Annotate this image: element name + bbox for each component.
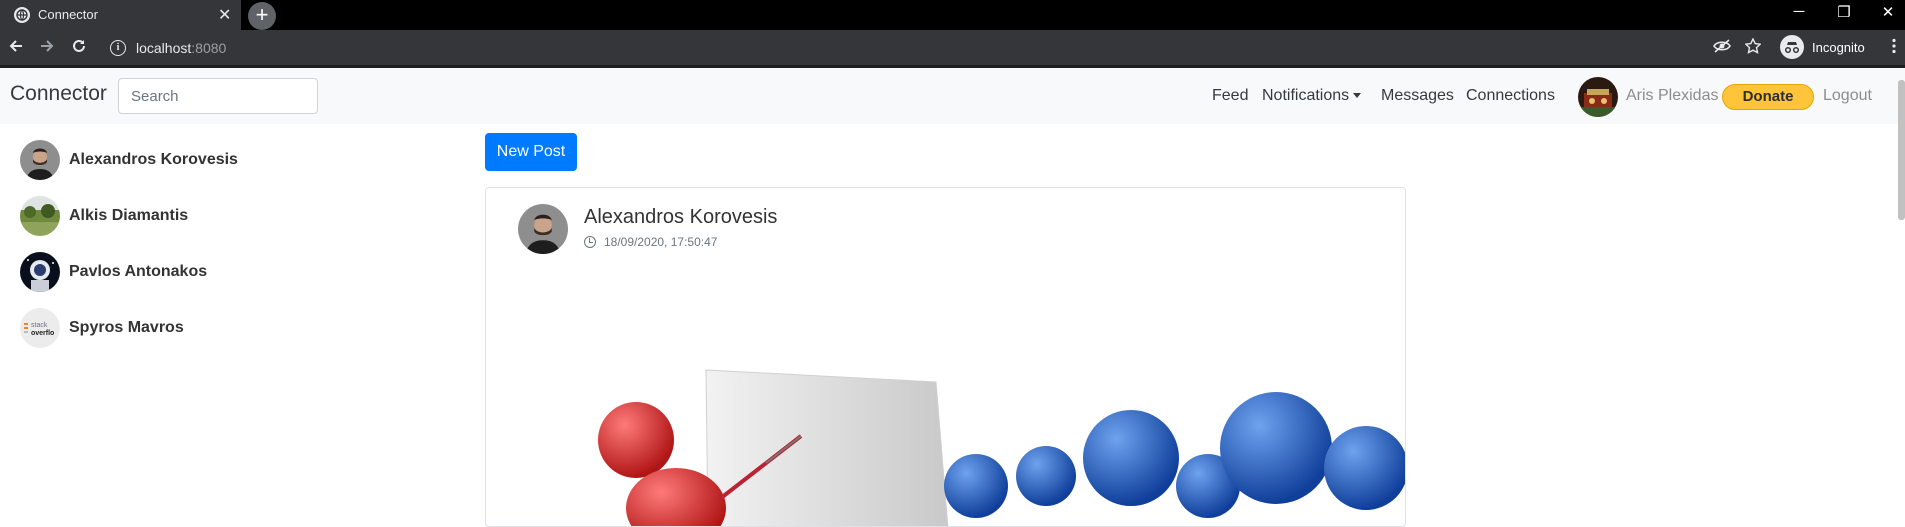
user-avatar[interactable] bbox=[1578, 77, 1618, 117]
url-host: localhost bbox=[136, 40, 192, 56]
contact-avatar bbox=[20, 140, 60, 180]
browser-tab[interactable]: Connector ✕ bbox=[0, 0, 241, 30]
tab-close-icon[interactable]: ✕ bbox=[218, 5, 231, 25]
contact-avatar bbox=[20, 252, 60, 292]
restore-icon[interactable]: ❐ bbox=[1832, 3, 1856, 21]
app-navbar: Connector Feed Notifications Messages Co… bbox=[0, 68, 1905, 124]
window-close-icon[interactable]: ✕ bbox=[1876, 3, 1900, 21]
browser-tabstrip: Connector ✕ + ─ ❐ ✕ bbox=[0, 0, 1905, 30]
minimize-icon[interactable]: ─ bbox=[1787, 3, 1811, 20]
nav-messages[interactable]: Messages bbox=[1381, 87, 1454, 105]
contact-avatar bbox=[20, 196, 60, 236]
browser-toolbar: i localhost:8080 Incognito bbox=[0, 30, 1905, 68]
contact-item[interactable]: Alkis Diamantis bbox=[20, 196, 420, 238]
chevron-down-icon bbox=[1353, 93, 1362, 99]
contact-avatar: stack overflo bbox=[20, 308, 60, 348]
url-port: :8080 bbox=[191, 40, 227, 56]
address-bar[interactable]: i localhost:8080 bbox=[106, 36, 1706, 62]
search-input[interactable] bbox=[118, 78, 318, 114]
logout-link[interactable]: Logout bbox=[1823, 87, 1872, 105]
browser-menu-icon[interactable] bbox=[1884, 38, 1904, 59]
bookmark-star-icon[interactable] bbox=[1743, 37, 1763, 59]
nav-connections[interactable]: Connections bbox=[1466, 87, 1555, 105]
contact-name: Pavlos Antonakos bbox=[69, 263, 208, 280]
nav-notifications-label: Notifications bbox=[1262, 87, 1350, 104]
contact-name: Spyros Mavros bbox=[69, 319, 184, 336]
reload-icon[interactable] bbox=[69, 38, 89, 59]
contact-name: Alkis Diamantis bbox=[69, 207, 189, 224]
post-author-avatar[interactable] bbox=[518, 204, 568, 254]
forward-icon[interactable] bbox=[37, 38, 57, 59]
nav-notifications[interactable]: Notifications bbox=[1262, 87, 1362, 105]
svg-text:overflo: overflo bbox=[31, 330, 54, 337]
incognito-label: Incognito bbox=[1812, 40, 1865, 55]
new-post-button[interactable]: New Post bbox=[485, 133, 577, 171]
back-icon[interactable] bbox=[6, 38, 26, 59]
post-timestamp-text: 18/09/2020, 17:50:47 bbox=[604, 235, 718, 249]
post-card: Alexandros Korovesis 18/09/2020, 17:50:4… bbox=[485, 187, 1406, 527]
eye-off-icon[interactable] bbox=[1712, 38, 1732, 59]
post-image bbox=[576, 358, 1405, 526]
contact-item[interactable]: Pavlos Antonakos bbox=[20, 252, 420, 294]
contact-item[interactable]: stack overflo Spyros Mavros bbox=[20, 308, 420, 350]
contact-name: Alexandros Korovesis bbox=[69, 151, 238, 168]
nav-feed[interactable]: Feed bbox=[1212, 87, 1248, 105]
contact-item[interactable]: Alexandros Korovesis bbox=[20, 140, 420, 182]
donate-button[interactable]: Donate bbox=[1722, 84, 1814, 110]
contacts-sidebar: Alexandros Korovesis Alkis Diamantis Pav… bbox=[0, 124, 480, 513]
new-tab-button[interactable]: + bbox=[248, 2, 276, 30]
user-name[interactable]: Aris Plexidas bbox=[1626, 87, 1718, 105]
incognito-icon bbox=[1780, 35, 1804, 59]
brand-logo[interactable]: Connector bbox=[10, 82, 107, 106]
tab-title: Connector bbox=[38, 7, 98, 22]
page-scrollbar[interactable] bbox=[1898, 80, 1905, 220]
url-text: localhost:8080 bbox=[136, 40, 226, 56]
clock-icon bbox=[584, 236, 596, 248]
svg-text:stack: stack bbox=[31, 322, 48, 329]
info-icon[interactable]: i bbox=[110, 40, 126, 56]
post-author-name[interactable]: Alexandros Korovesis bbox=[584, 206, 777, 229]
post-timestamp: 18/09/2020, 17:50:47 bbox=[584, 235, 717, 249]
globe-icon bbox=[14, 7, 30, 23]
